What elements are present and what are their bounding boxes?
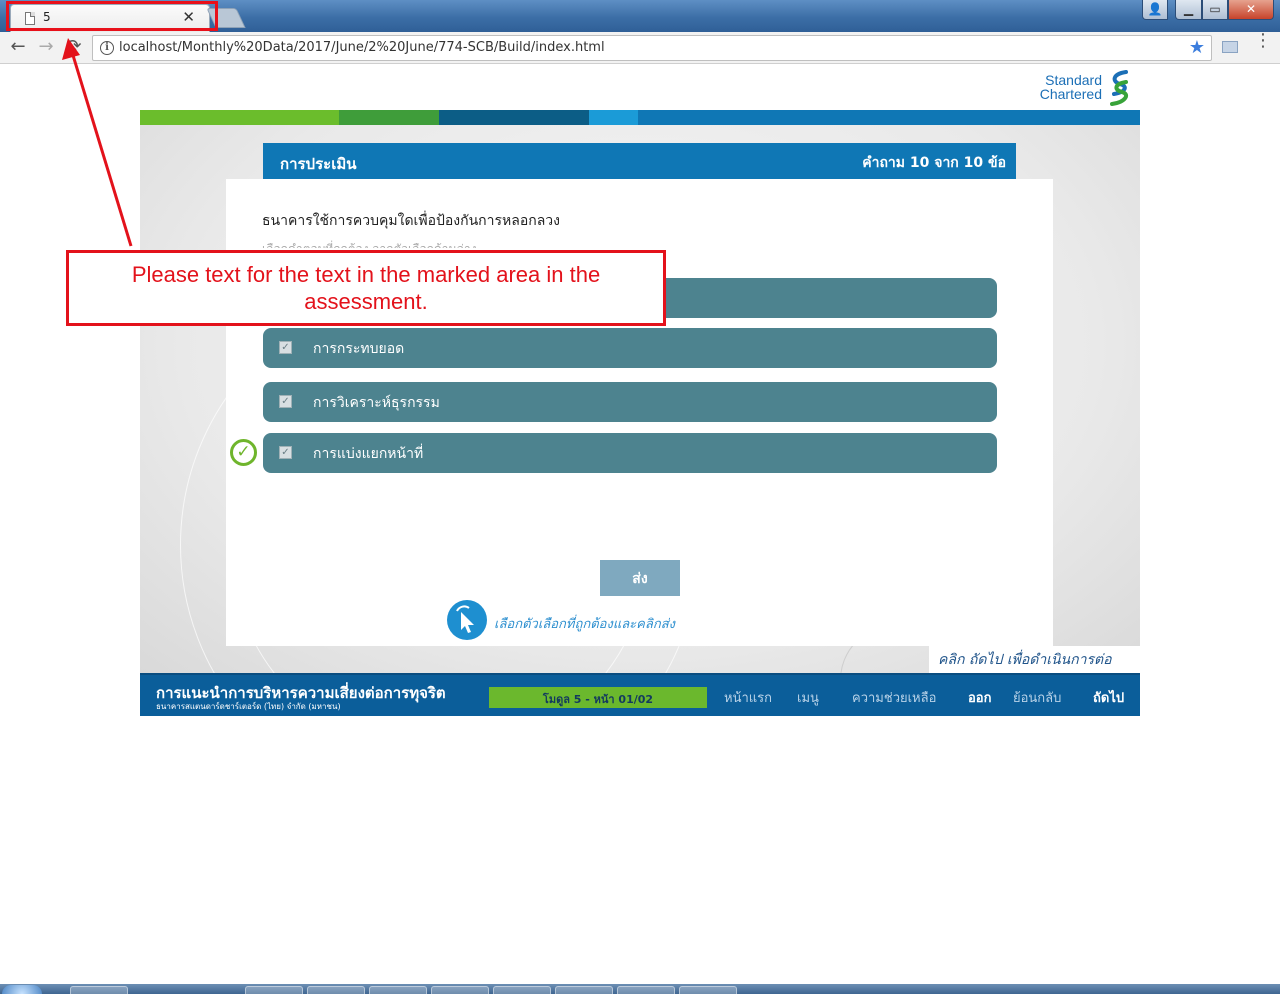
checkbox-icon[interactable]: ✓	[279, 395, 292, 408]
annotation-callout: Please text for the text in the marked a…	[66, 250, 666, 326]
answer-option-label: การกระทบยอด	[313, 341, 405, 357]
band-segment	[339, 110, 439, 125]
nav-back[interactable]: ย้อนกลับ	[1013, 687, 1061, 708]
taskbar-item[interactable]	[307, 986, 365, 994]
submit-button[interactable]: ส่ง	[600, 560, 680, 596]
standard-chartered-logo: Standard Chartered	[1030, 70, 1134, 106]
extension-icon[interactable]	[1222, 41, 1238, 53]
answer-option[interactable]: ✓ การวิเคราะห์ธุรกรรม	[263, 382, 997, 422]
nav-help[interactable]: ความช่วยเหลือ	[852, 687, 936, 708]
logo-line-2: Chartered	[1039, 86, 1102, 102]
url-text[interactable]: localhost/Monthly%20Data/2017/June/2%20J…	[119, 40, 605, 55]
band-segment	[589, 110, 638, 125]
nav-next[interactable]: ถัดไป	[1093, 687, 1124, 708]
band-segment	[638, 110, 1140, 125]
forward-arrow-icon[interactable]: →	[35, 36, 57, 58]
user-profile-icon[interactable]: 👤	[1142, 0, 1168, 20]
assessment-header: การประเมิน คำถาม 10 จาก 10 ข้อ	[263, 143, 1016, 179]
nav-exit[interactable]: ออก	[968, 687, 992, 708]
submit-hint-text: เลือกตัวเลือกที่ถูกต้องและคลิกส่ง	[494, 617, 675, 632]
pointer-click-icon	[447, 600, 487, 640]
question-text: ธนาคารใช้การควบคุมใดเพื่อป้องกันการหลอกล…	[262, 213, 560, 229]
nav-menu[interactable]: เมนู	[797, 687, 819, 708]
band-segment	[439, 110, 589, 125]
logo-line-1: Standard	[1045, 72, 1102, 88]
browser-toolbar: ← → ⟳ i localhost/Monthly%20Data/2017/Ju…	[0, 32, 1280, 64]
bookmark-star-icon[interactable]: ★	[1189, 37, 1205, 58]
address-bar[interactable]: i localhost/Monthly%20Data/2017/June/2%2…	[92, 35, 1212, 61]
course-subtitle: ธนาคารสแตนดาร์ดชาร์เตอร์ด (ไทย) จำกัด (ม…	[156, 702, 341, 711]
reload-icon[interactable]: ⟳	[63, 36, 85, 58]
assessment-title: การประเมิน	[280, 155, 357, 173]
tab-highlight-box	[6, 1, 218, 31]
checkbox-icon[interactable]: ✓	[279, 341, 292, 354]
question-instruction-faded: เลือกคำตอบที่ถูกต้อง จากตัวเลือกด้านล่าง	[262, 240, 592, 248]
brand-color-band	[140, 110, 1140, 125]
minimize-button[interactable]: ▁	[1175, 0, 1202, 20]
continue-hint-text: คลิก ถัดไป เพื่อดำเนินการต่อ	[929, 646, 1140, 673]
answer-option-label: การแบ่งแยกหน้าที่	[313, 446, 424, 462]
checkbox-icon[interactable]: ✓	[279, 446, 292, 459]
taskbar-item[interactable]	[245, 986, 303, 994]
taskbar-item[interactable]	[679, 986, 737, 994]
taskbar-item[interactable]	[369, 986, 427, 994]
taskbar-item[interactable]	[617, 986, 675, 994]
question-counter: คำถาม 10 จาก 10 ข้อ	[862, 155, 1006, 171]
close-window-button[interactable]: ✕	[1228, 0, 1274, 20]
start-button[interactable]	[2, 985, 42, 994]
nav-home[interactable]: หน้าแรก	[724, 687, 772, 708]
logo-wordmark: Standard Chartered	[1030, 73, 1102, 101]
windows-taskbar	[0, 984, 1280, 994]
correct-answer-check-icon: ✓	[230, 439, 257, 466]
answer-option-label: การวิเคราะห์ธุรกรรม	[313, 395, 440, 411]
course-footer-bar: การแนะนำการบริหารความเสี่ยงต่อการทุจริต …	[140, 673, 1140, 716]
answer-option[interactable]: ✓ การกระทบยอด	[263, 328, 997, 368]
band-segment	[140, 110, 339, 125]
maximize-button[interactable]: ▭	[1202, 0, 1228, 20]
taskbar-item[interactable]	[493, 986, 551, 994]
answer-option[interactable]: ✓ การแบ่งแยกหน้าที่	[263, 433, 997, 473]
browser-menu-icon[interactable]: ⋮	[1254, 32, 1272, 50]
logo-mark-icon	[1110, 70, 1129, 106]
window-titlebar: 5 ✕ 👤 ▁ ▭ ✕	[0, 0, 1280, 32]
back-arrow-icon[interactable]: ←	[7, 36, 29, 58]
info-icon[interactable]: i	[100, 41, 114, 55]
progress-label: โมดูล 5 - หน้า 01/02	[542, 693, 654, 706]
taskbar-item[interactable]	[70, 986, 128, 994]
module-progress-bar: โมดูล 5 - หน้า 01/02	[489, 687, 707, 708]
taskbar-item[interactable]	[555, 986, 613, 994]
taskbar-item[interactable]	[431, 986, 489, 994]
